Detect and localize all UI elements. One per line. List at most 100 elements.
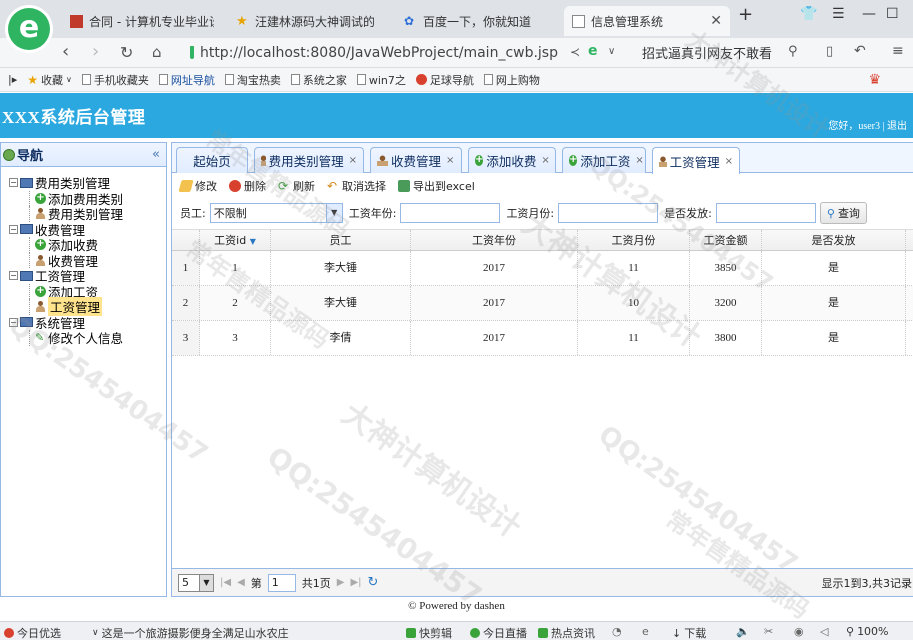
status-item[interactable]: 今日优选 [4,625,61,641]
close-tab-icon[interactable]: × [541,155,549,166]
status-item[interactable]: 快剪辑 [406,625,452,641]
refresh-icon[interactable]: ↻ [368,575,379,590]
first-page-icon[interactable]: |◀ [220,577,231,588]
bookmark-item[interactable]: 淘宝热卖 [225,72,281,88]
phone-icon[interactable]: ▯ [826,44,833,59]
query-button[interactable]: ⚲查询 [820,202,867,224]
collapse-icon[interactable]: « [152,147,160,162]
panel-tab-label: 工资管理 [670,152,720,171]
speed-icon[interactable]: ◔ [612,625,622,638]
table-row[interactable]: 33李倩2017113800是 [172,321,913,356]
column-header-paid[interactable]: 是否发放 [762,230,906,250]
status-item[interactable]: 今日直播 [470,625,527,641]
shirt-skin-icon[interactable]: 👕 [800,6,817,22]
undo-icon[interactable]: ↶ [854,43,866,59]
browser-tab-active[interactable]: 信息管理系统 ✕ [564,6,730,36]
panel-tab[interactable]: 收费管理× [370,147,462,173]
column-header-id[interactable]: 工资id ▼ [200,230,271,250]
panel-tab[interactable]: 工资管理 × [652,147,740,174]
column-header-year[interactable]: 工资年份 [411,230,578,250]
bookmark-item[interactable]: 手机收藏夹 [82,72,149,88]
month-input[interactable] [558,203,658,223]
collapse-toggle-icon[interactable]: − [9,225,18,234]
collapse-toggle-icon[interactable]: − [9,178,18,187]
bookmark-item[interactable]: 网上购物 [484,72,540,88]
status-item[interactable]: ∨这是一个旅游摄影便身全满足山水农庄 [92,625,289,641]
browser-tab[interactable]: ★ 汪建林源码大神调试的QQ [228,6,374,36]
chevron-down-icon[interactable]: ∨ [608,46,615,57]
bookmark-item[interactable]: 网址导航 [159,72,215,88]
back-icon[interactable]: ‹ [62,41,69,62]
export-excel-button[interactable]: 导出到excel [398,178,475,194]
page-icon [225,74,234,85]
paid-input[interactable] [716,203,816,223]
engine-icon[interactable]: e [588,43,598,59]
browser-icon[interactable]: e [642,625,649,638]
panel-tab[interactable]: 费用类别管理× [254,147,364,173]
tree-item[interactable]: ✎修改个人信息 [1,330,166,346]
more-icon[interactable]: ≡ [892,43,904,59]
close-tab-icon[interactable]: ✕ [710,13,722,29]
last-page-icon[interactable]: ▶| [350,577,361,588]
unselect-button[interactable]: ↶取消选择 [327,178,386,194]
panel-tab[interactable]: +添加工资× [562,147,646,173]
camera-icon[interactable]: ◉ [794,625,804,638]
zoom-level[interactable]: ⚲100% [846,625,889,638]
download-icon: ↓ [672,627,681,640]
year-input[interactable] [400,203,500,223]
maximize-icon[interactable]: ☐ [886,6,899,22]
new-tab-icon[interactable]: + [738,4,753,25]
page-number-input[interactable]: 1 [268,574,296,592]
column-header-employee[interactable]: 员工 [271,230,411,250]
table-row[interactable]: 22李大锤2017103200是 [172,286,913,321]
search-icon[interactable]: ⚲ [788,44,798,59]
bookmark-item[interactable]: 系统之家 [291,72,347,88]
minimize-icon[interactable]: — [862,6,876,22]
main-panel: 起始页费用类别管理×收费管理×+添加收费×+添加工资×工资管理× 修改 删除 ⟳… [171,142,913,597]
next-page-icon[interactable]: ▶ [337,577,345,588]
panel-tab[interactable]: +添加收费× [468,147,556,173]
search-input[interactable]: 招式逼真引网友不敢看 [642,43,772,62]
panel-tab-label: 添加工资 [580,151,630,170]
bookmark-item[interactable]: win7之 [357,72,406,88]
column-header-label: 工资id [214,234,246,247]
url-input[interactable]: http://localhost:8080/JavaWebProject/mai… [190,41,558,64]
status-item[interactable]: ↓下载 [672,625,706,641]
panel-tab[interactable]: 起始页 [176,147,248,173]
prev-page-icon[interactable]: ◀ [237,577,245,588]
table-cell-year: 2017 [411,286,578,320]
reload-icon[interactable]: ↻ [120,43,133,62]
collapse-toggle-icon[interactable]: − [9,271,18,280]
browser-tab[interactable]: ✿ 百度一下，你就知道 [396,6,542,36]
page-size-select[interactable]: 5 ▼ [178,574,214,592]
user-logout-link[interactable]: 您好，user3 | 退出 [828,117,907,132]
edit-button[interactable]: 修改 [180,178,217,194]
screenshot-icon[interactable]: ✂ [764,625,773,638]
table-row[interactable]: 11李大锤2017113850是 [172,251,913,286]
forward-icon[interactable]: › [92,41,99,62]
employee-select[interactable]: 不限制 ▼ [210,203,343,223]
refresh-button[interactable]: ⟳刷新 [278,178,315,194]
share-icon[interactable]: ≺ [570,45,580,59]
status-item[interactable]: 热点资讯 [538,625,595,641]
delete-button[interactable]: 删除 [229,178,266,194]
browser-status-bar: 今日优选 ∨这是一个旅游摄影便身全满足山水农庄 快剪辑 今日直播 热点资讯 ◔ … [0,621,913,640]
browser-tab[interactable]: 合同 - 计算机专业毕业设 [62,6,214,36]
sound-icon[interactable]: 🔈 [736,625,750,638]
close-tab-icon[interactable]: × [446,155,454,166]
column-header-month[interactable]: 工资月份 [578,230,690,250]
volume-icon[interactable]: ◁ [820,625,828,638]
baidu-favicon-icon: ✿ [404,15,417,28]
bookmark-favorites[interactable]: ★收藏∨ [27,72,72,88]
home-icon[interactable]: ⌂ [152,43,162,61]
sidebar-toggle-icon[interactable]: |▸ [8,73,17,86]
bookmark-item[interactable]: 足球导航 [416,72,474,88]
nav-tree: −费用类别管理+添加费用类别费用类别管理−收费管理+添加收费收费管理−工资管理+… [1,167,166,346]
collapse-toggle-icon[interactable]: − [9,318,18,327]
column-header-amount[interactable]: 工资金额 [690,230,762,250]
menu-icon[interactable]: ☰ [832,6,845,22]
close-tab-icon[interactable]: × [635,155,643,166]
close-tab-icon[interactable]: × [349,155,357,166]
close-tab-icon[interactable]: × [725,156,733,167]
trophy-icon[interactable]: ♛ [868,72,881,88]
